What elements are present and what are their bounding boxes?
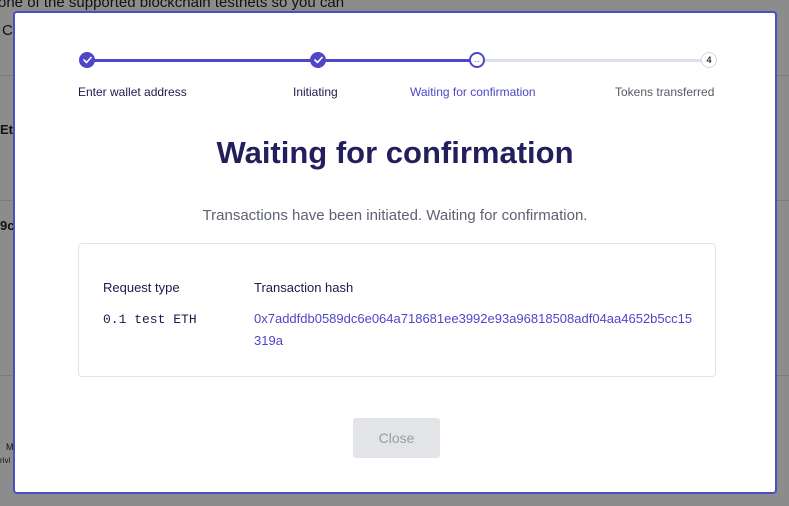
step-label-initiating: Initiating	[293, 85, 338, 99]
stepper-track-complete	[87, 59, 477, 62]
step-label-transferred: Tokens transferred	[615, 85, 715, 99]
step-3-loading-icon: ..	[469, 52, 485, 68]
step-label-enter-wallet: Enter wallet address	[78, 85, 187, 99]
close-button[interactable]: Close	[353, 418, 440, 458]
transaction-card: Request type Transaction hash 0.1 test E…	[78, 243, 716, 377]
faucet-modal: .. 4 Enter wallet address Initiating Wai…	[13, 11, 777, 494]
step-1-check-icon	[79, 52, 95, 68]
step-label-waiting: Waiting for confirmation	[410, 85, 536, 99]
modal-title: Waiting for confirmation	[216, 135, 574, 170]
request-type-header: Request type	[103, 280, 180, 295]
progress-stepper: .. 4 Enter wallet address Initiating Wai…	[15, 13, 775, 113]
stepper-track-remaining	[477, 59, 707, 62]
step-2-check-icon	[310, 52, 326, 68]
transaction-hash-header: Transaction hash	[254, 280, 354, 295]
modal-subtitle: Transactions have been initiated. Waitin…	[202, 207, 588, 224]
request-type-value: 0.1 test ETH	[103, 312, 197, 327]
transaction-hash-link[interactable]: 0x7addfdb0589dc6e064a718681ee3992e93a968…	[254, 308, 694, 352]
step-4-number: 4	[701, 52, 717, 68]
